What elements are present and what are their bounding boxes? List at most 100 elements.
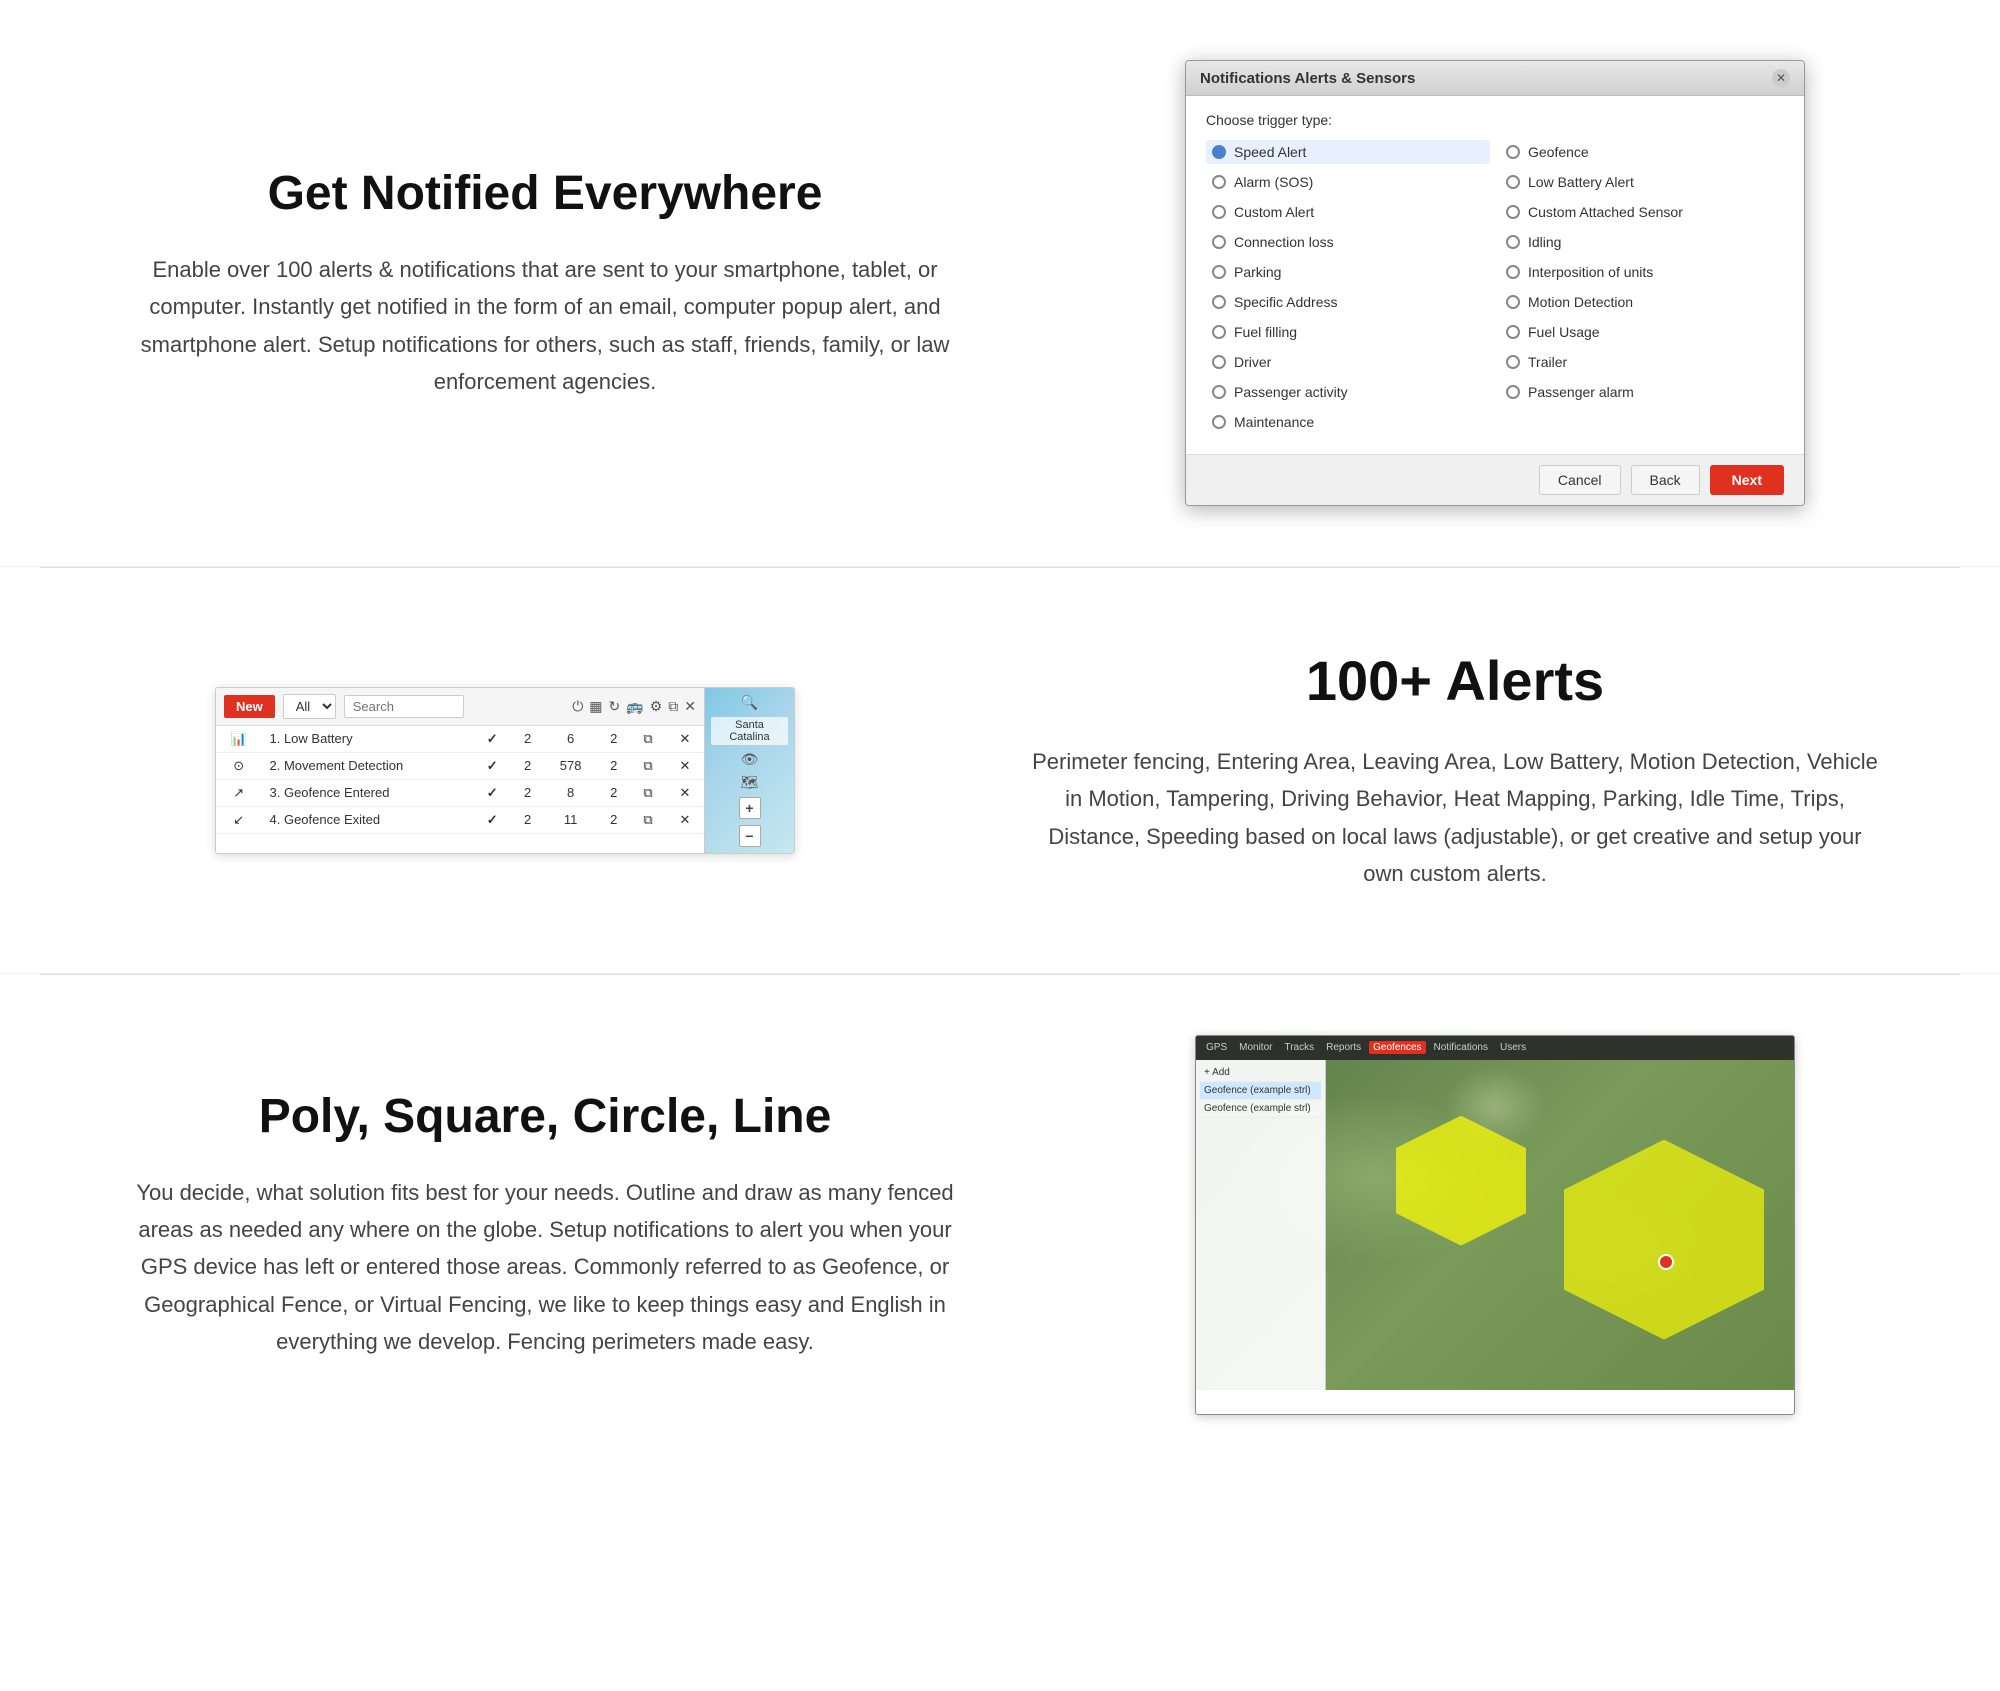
option-custom-sensor[interactable]: Custom Attached Sensor: [1500, 200, 1784, 224]
radio-dot-motion: [1506, 295, 1520, 309]
radio-dot-speed: [1212, 145, 1226, 159]
row-name: 4. Geofence Exited: [262, 806, 474, 833]
empty-cell: [1500, 410, 1784, 434]
map-side-panel: 🔍 Santa Catalina 👁 🗺 + −: [704, 688, 794, 853]
option-speed-label: Speed Alert: [1234, 144, 1306, 160]
option-interposition[interactable]: Interposition of units: [1500, 260, 1784, 284]
geo-sidebar-add[interactable]: + Add: [1200, 1064, 1321, 1082]
table-icon[interactable]: ▦: [589, 698, 602, 715]
option-fuel-filling[interactable]: Fuel filling: [1206, 320, 1490, 344]
row-col4: 2: [597, 806, 630, 833]
option-custom-alert[interactable]: Custom Alert: [1206, 200, 1490, 224]
zoom-out-button[interactable]: −: [739, 825, 761, 847]
option-geofence[interactable]: Geofence: [1500, 140, 1784, 164]
geo-sidebar-item-1[interactable]: Geofence (example strl): [1200, 1082, 1321, 1100]
row-close-icon[interactable]: ✕: [666, 779, 704, 806]
geofence-shape-1: [1396, 1116, 1526, 1246]
row-col4: 2: [597, 779, 630, 806]
option-alarm-sos[interactable]: Alarm (SOS): [1206, 170, 1490, 194]
section-geofence: Poly, Square, Circle, Line You decide, w…: [0, 975, 2000, 1475]
layers-icon[interactable]: 🗺: [741, 774, 759, 791]
alerts-table: 📊 1. Low Battery ✓ 2 6 2 ⧉ ✕ ⊙: [216, 726, 704, 834]
row-col4: 2: [597, 752, 630, 779]
geo-tab-gps[interactable]: GPS: [1202, 1041, 1231, 1054]
geo-tab-monitor[interactable]: Monitor: [1235, 1041, 1276, 1054]
search-icon[interactable]: 🔍: [741, 694, 758, 711]
radio-dot-connection: [1212, 235, 1226, 249]
notified-text-block: Get Notified Everywhere Enable over 100 …: [80, 146, 1010, 421]
dialog-footer: Cancel Back Next: [1186, 454, 1804, 505]
option-trailer[interactable]: Trailer: [1500, 350, 1784, 374]
search-input[interactable]: [344, 695, 464, 718]
row-copy-icon[interactable]: ⧉: [630, 726, 666, 753]
radio-dot-sensor: [1506, 205, 1520, 219]
geo-tab-tracks[interactable]: Tracks: [1280, 1041, 1318, 1054]
option-idling[interactable]: Idling: [1500, 230, 1784, 254]
geo-sidebar-item-2[interactable]: Geofence (example strl): [1200, 1100, 1321, 1118]
section-alerts: New All ⏻ ▦ ↻ 🚌 ⚙ ⧉ ✕: [0, 568, 2000, 974]
radio-dot-trailer: [1506, 355, 1520, 369]
option-specific-address[interactable]: Specific Address: [1206, 290, 1490, 314]
close-icon[interactable]: ✕: [684, 698, 696, 715]
refresh-icon[interactable]: ↻: [609, 698, 621, 715]
option-parking[interactable]: Parking: [1206, 260, 1490, 284]
row-check: ✓: [473, 752, 511, 779]
option-motion-label: Motion Detection: [1528, 294, 1633, 310]
close-icon[interactable]: ✕: [1772, 69, 1790, 87]
row-copy-icon[interactable]: ⧉: [630, 752, 666, 779]
row-copy-icon[interactable]: ⧉: [630, 806, 666, 833]
next-button[interactable]: Next: [1710, 465, 1784, 495]
row-col3: 11: [544, 806, 597, 833]
option-motion-detection[interactable]: Motion Detection: [1500, 290, 1784, 314]
table-row: ↗ 3. Geofence Entered ✓ 2 8 2 ⧉ ✕: [216, 779, 704, 806]
alerts-title: 100+ Alerts: [1030, 648, 1880, 713]
option-maintenance[interactable]: Maintenance: [1206, 410, 1490, 434]
row-copy-icon[interactable]: ⧉: [630, 779, 666, 806]
radio-dot-pax-activity: [1212, 385, 1226, 399]
option-passenger-activity[interactable]: Passenger activity: [1206, 380, 1490, 404]
geo-tab-geofences[interactable]: Geofences: [1369, 1041, 1425, 1054]
geo-map-screenshot: GPS Monitor Tracks Reports Geofences Not…: [1070, 1035, 1920, 1415]
dialog-title: Notifications Alerts & Sensors: [1200, 70, 1415, 87]
filter-select[interactable]: All: [283, 694, 336, 719]
geo-tab-users[interactable]: Users: [1496, 1041, 1530, 1054]
row-col2: 2: [511, 752, 544, 779]
radio-dot-alarm: [1212, 175, 1226, 189]
row-icon: 📊: [216, 726, 262, 753]
option-low-battery-alert[interactable]: Low Battery Alert: [1500, 170, 1784, 194]
radio-dot-fuel-fill: [1212, 325, 1226, 339]
cancel-button[interactable]: Cancel: [1539, 465, 1621, 495]
option-connection-loss[interactable]: Connection loss: [1206, 230, 1490, 254]
eye-icon[interactable]: 👁: [741, 751, 759, 768]
geo-sidebar: + Add Geofence (example strl) Geofence (…: [1196, 1060, 1326, 1390]
zoom-in-button[interactable]: +: [739, 797, 761, 819]
option-fuel-filling-label: Fuel filling: [1234, 324, 1297, 340]
alerts-with-map: New All ⏻ ▦ ↻ 🚌 ⚙ ⧉ ✕: [216, 688, 794, 853]
option-fuel-usage[interactable]: Fuel Usage: [1500, 320, 1784, 344]
new-alert-button[interactable]: New: [224, 695, 275, 718]
geo-tab-notifications[interactable]: Notifications: [1430, 1041, 1492, 1054]
table-row: 📊 1. Low Battery ✓ 2 6 2 ⧉ ✕: [216, 726, 704, 753]
row-close-icon[interactable]: ✕: [666, 752, 704, 779]
notified-description: Enable over 100 alerts & notifications t…: [120, 251, 970, 401]
copy-icon[interactable]: ⧉: [668, 698, 678, 715]
option-parking-label: Parking: [1234, 264, 1281, 280]
settings-icon[interactable]: ⚙: [650, 698, 663, 715]
radio-dot-parking: [1212, 265, 1226, 279]
geo-map-container: GPS Monitor Tracks Reports Geofences Not…: [1195, 1035, 1795, 1415]
table-row: ⊙ 2. Movement Detection ✓ 2 578 2 ⧉ ✕: [216, 752, 704, 779]
option-speed-alert[interactable]: Speed Alert: [1206, 140, 1490, 164]
geo-description: You decide, what solution fits best for …: [120, 1174, 970, 1361]
alerts-table-screenshot: New All ⏻ ▦ ↻ 🚌 ⚙ ⧉ ✕: [215, 687, 795, 854]
geo-map-body: + Add Geofence (example strl) Geofence (…: [1196, 1036, 1794, 1390]
option-connection-label: Connection loss: [1234, 234, 1334, 250]
power-icon[interactable]: ⏻: [572, 698, 583, 715]
row-close-icon[interactable]: ✕: [666, 726, 704, 753]
geo-tab-reports[interactable]: Reports: [1322, 1041, 1365, 1054]
option-driver[interactable]: Driver: [1206, 350, 1490, 374]
bus-icon[interactable]: 🚌: [626, 698, 643, 715]
back-button[interactable]: Back: [1631, 465, 1700, 495]
option-address-label: Specific Address: [1234, 294, 1338, 310]
row-close-icon[interactable]: ✕: [666, 806, 704, 833]
option-passenger-alarm[interactable]: Passenger alarm: [1500, 380, 1784, 404]
